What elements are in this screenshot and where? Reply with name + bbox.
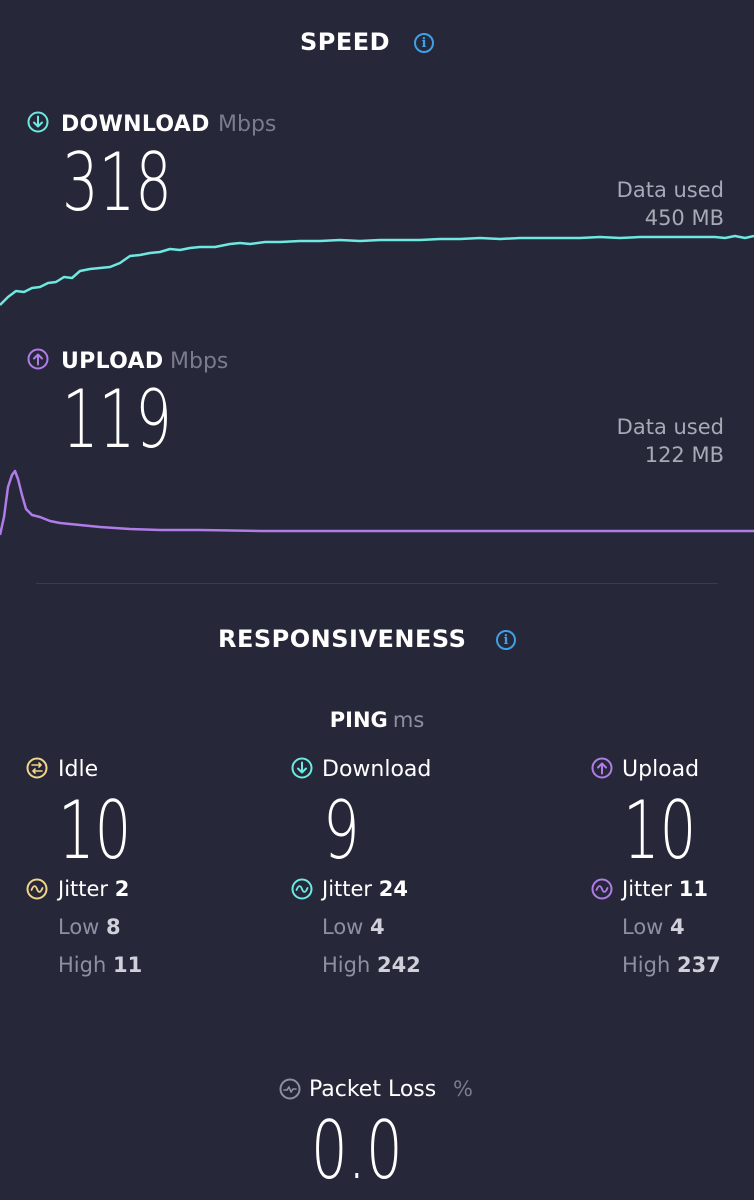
ping-download-label: Download — [322, 757, 432, 782]
upload-data-used-label: Data used — [616, 415, 724, 439]
packet-loss-value: 0.0 — [311, 1104, 403, 1197]
upload-high: High 237 — [622, 953, 721, 977]
download-high-label: High — [322, 953, 371, 977]
ping-unit: ms — [392, 708, 425, 732]
packet-loss-section: Packet Loss % 0.0 — [0, 1075, 754, 1200]
idle-jitter-icon — [26, 878, 48, 900]
packet-loss-unit: % — [453, 1077, 473, 1101]
speed-title: SPEED — [300, 28, 391, 56]
upload-unit: Mbps — [170, 349, 229, 374]
idle-high-value: 11 — [112, 953, 143, 977]
idle-label: Idle — [58, 757, 99, 782]
upload-jitter-label: Jitter — [622, 877, 673, 901]
idle-jitter-value: 2 — [114, 877, 130, 901]
download-data-used: Data used 450 MB — [617, 176, 724, 232]
idle-ping-value: 10 — [58, 784, 132, 877]
idle-jitter: Jitter 2 — [58, 877, 129, 901]
upload-jitter: Jitter 11 — [622, 877, 708, 901]
download-low-value: 4 — [370, 915, 385, 939]
upload-jitter-value: 11 — [678, 877, 708, 901]
responsiveness-info-icon[interactable]: i — [496, 630, 516, 650]
responsiveness-header: RESPONSIVENESS i — [0, 625, 754, 657]
upload-arrow-icon — [27, 348, 49, 370]
idle-low: Low 8 — [58, 915, 121, 939]
idle-high: High 11 — [58, 953, 142, 977]
section-divider — [36, 583, 718, 584]
ping-upload-column: Upload 10 Jitter 11 Low 4 High 237 — [591, 756, 751, 986]
upload-jitter-icon — [591, 878, 613, 900]
idle-high-label: High — [58, 953, 107, 977]
upload-label: UPLOAD — [61, 349, 164, 374]
download-jitter-value: 24 — [378, 877, 408, 901]
ping-upload-icon — [591, 757, 613, 779]
upload-high-value: 237 — [676, 953, 721, 977]
upload-speed-graph — [0, 469, 754, 536]
idle-jitter-label: Jitter — [58, 877, 109, 901]
ping-upload-label: Upload — [622, 757, 700, 782]
ping-header: PING ms — [0, 708, 754, 738]
idle-low-label: Low — [58, 915, 100, 939]
download-jitter-icon — [291, 878, 313, 900]
upload-low: Low 4 — [622, 915, 685, 939]
download-speed-value: 318 — [62, 136, 172, 229]
responsiveness-title: RESPONSIVENESS — [218, 625, 467, 653]
download-high-value: 242 — [376, 953, 421, 977]
download-high: High 242 — [322, 953, 421, 977]
download-jitter-label: Jitter — [322, 877, 373, 901]
upload-data-used: Data used 122 MB — [617, 413, 724, 469]
download-arrow-icon — [27, 111, 49, 133]
download-jitter: Jitter 24 — [322, 877, 408, 901]
download-ping-value: 9 — [323, 784, 360, 877]
idle-icon — [26, 757, 48, 779]
idle-low-value: 8 — [106, 915, 121, 939]
upload-low-value: 4 — [670, 915, 685, 939]
packet-loss-icon — [279, 1078, 301, 1100]
download-label: DOWNLOAD — [61, 112, 210, 137]
packet-loss-label: Packet Loss — [309, 1077, 437, 1102]
download-data-used-label: Data used — [616, 178, 724, 202]
ping-download-column: Download 9 Jitter 24 Low 4 High 242 — [291, 756, 511, 986]
speed-info-icon[interactable]: i — [414, 33, 434, 53]
ping-idle-column: Idle 10 Jitter 2 Low 8 High 11 — [26, 756, 246, 986]
download-low-label: Low — [322, 915, 364, 939]
download-low: Low 4 — [322, 915, 385, 939]
download-speed-graph — [0, 234, 754, 306]
upload-low-label: Low — [622, 915, 664, 939]
ping-label: PING — [329, 708, 388, 732]
upload-speed-value: 119 — [62, 373, 172, 466]
upload-high-label: High — [622, 953, 671, 977]
ping-download-icon — [291, 757, 313, 779]
download-unit: Mbps — [218, 112, 277, 137]
speed-header: SPEED i — [0, 28, 754, 60]
upload-ping-value: 10 — [623, 784, 697, 877]
